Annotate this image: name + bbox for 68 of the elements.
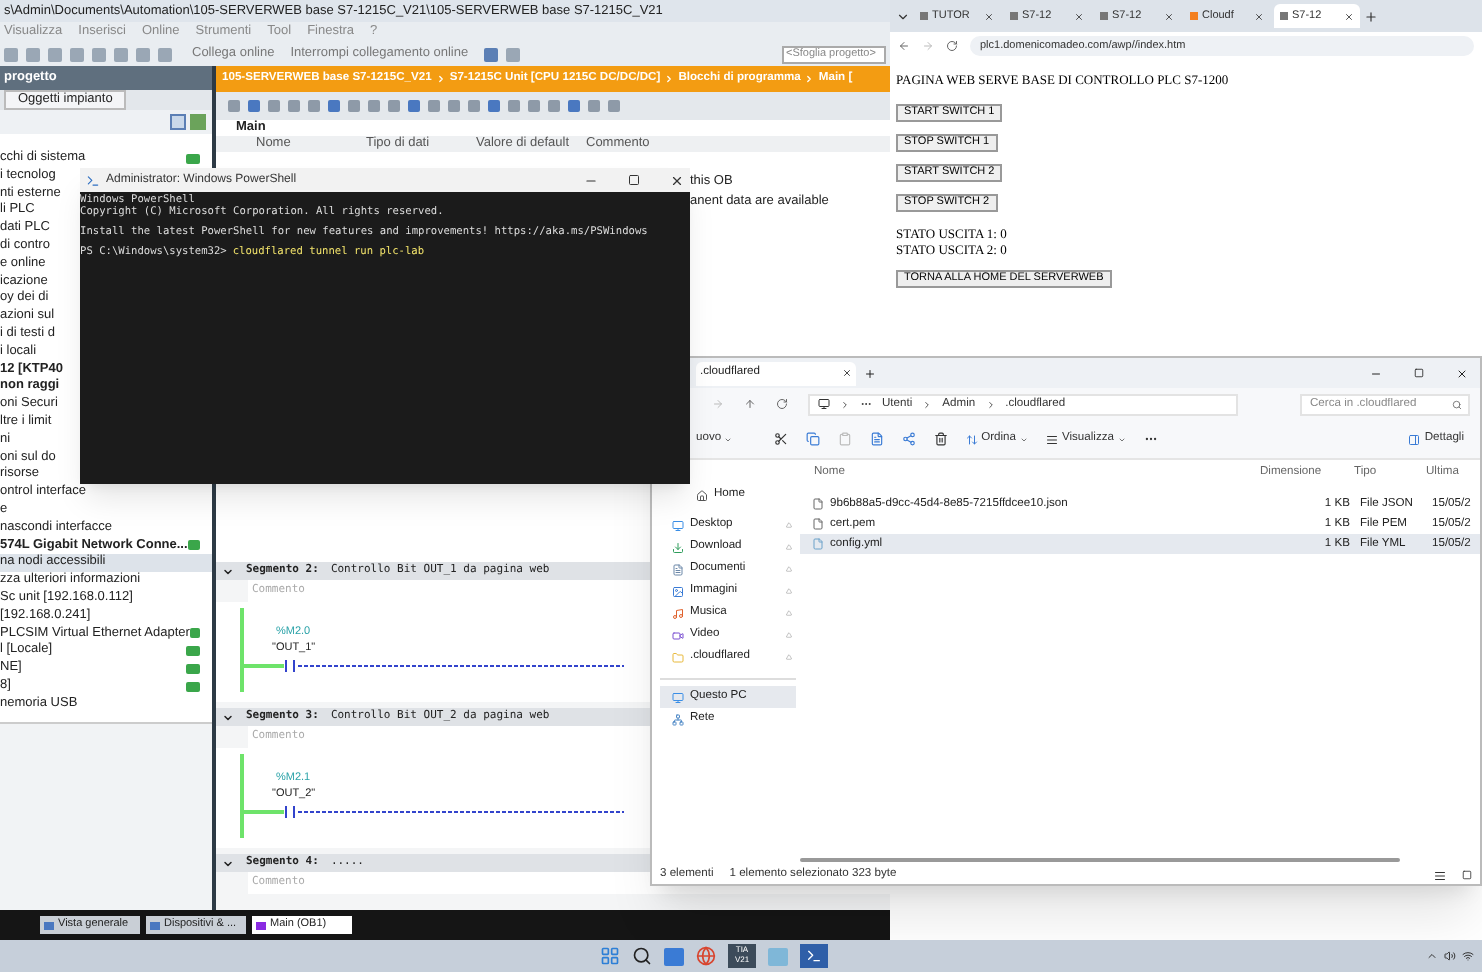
collapse-icon[interactable] (222, 857, 234, 869)
speaker-icon[interactable] (1444, 950, 1456, 962)
rename-icon[interactable] (869, 432, 884, 446)
tray-icon[interactable] (1426, 950, 1438, 962)
browser-icon[interactable] (696, 946, 716, 966)
chevron-icon (840, 399, 850, 409)
nav-icon (672, 713, 684, 725)
chevron-icon (664, 74, 675, 84)
maximize-icon[interactable] (1414, 368, 1424, 378)
nav-icon (672, 585, 684, 597)
nav-icon (696, 489, 708, 501)
reload-icon[interactable] (946, 40, 958, 52)
terminal-app-icon[interactable] (800, 944, 828, 968)
delete-icon[interactable] (933, 432, 948, 446)
tab-icon (256, 921, 266, 929)
paste-icon[interactable] (837, 432, 852, 446)
nav-icon (672, 607, 684, 619)
panel-icon (1408, 433, 1421, 445)
cut-icon[interactable] (773, 432, 788, 446)
tab-icon (1010, 12, 1018, 20)
nav-icon (672, 563, 684, 575)
more-icon[interactable] (1143, 432, 1158, 446)
close-icon[interactable] (670, 173, 684, 187)
network-icon[interactable] (1462, 950, 1474, 962)
tab-list-icon[interactable] (896, 9, 910, 23)
nav-icon (672, 691, 684, 703)
nav-icon (672, 519, 684, 531)
collapse-icon[interactable] (222, 711, 234, 723)
widgets-icon[interactable] (664, 947, 684, 965)
chevron-icon (922, 399, 933, 409)
maximize-icon[interactable] (628, 174, 640, 186)
new-tab-icon[interactable] (1364, 9, 1378, 23)
forward-icon[interactable] (922, 40, 934, 52)
tab-icon (150, 921, 160, 929)
collapse-icon[interactable] (222, 565, 234, 577)
tile-view-icon[interactable] (1462, 870, 1472, 880)
up-icon[interactable] (744, 398, 756, 410)
nav-icon (672, 541, 684, 553)
copy-icon[interactable] (805, 432, 820, 446)
minimize-icon[interactable] (1370, 367, 1382, 379)
file-icon (812, 518, 824, 530)
chevron-icon (435, 74, 446, 84)
tab-icon (44, 921, 54, 929)
chevron-icon (804, 74, 815, 84)
tab-icon (1100, 12, 1108, 20)
app-icon[interactable] (768, 947, 788, 965)
list-view-icon[interactable] (1434, 869, 1446, 881)
close-icon[interactable] (1456, 367, 1468, 379)
nav-icon (672, 629, 684, 641)
monitor-icon (818, 398, 830, 410)
refresh-icon[interactable] (776, 398, 788, 410)
list-icon (1045, 433, 1058, 445)
file-icon (812, 538, 824, 550)
new-tab-icon[interactable] (864, 367, 876, 379)
forward-icon[interactable] (712, 398, 724, 410)
search-icon (1452, 399, 1462, 409)
tab-icon (1190, 12, 1198, 20)
search-icon[interactable] (632, 946, 652, 966)
tab-icon (920, 12, 928, 20)
sort-icon (965, 433, 978, 445)
nav-icon (672, 651, 684, 663)
share-icon[interactable] (901, 432, 916, 446)
file-icon (812, 498, 824, 510)
back-icon[interactable] (898, 40, 910, 52)
terminal-icon (86, 173, 100, 187)
chevron-icon (985, 399, 996, 409)
tab-icon (1280, 12, 1288, 20)
start-icon[interactable] (600, 946, 620, 966)
